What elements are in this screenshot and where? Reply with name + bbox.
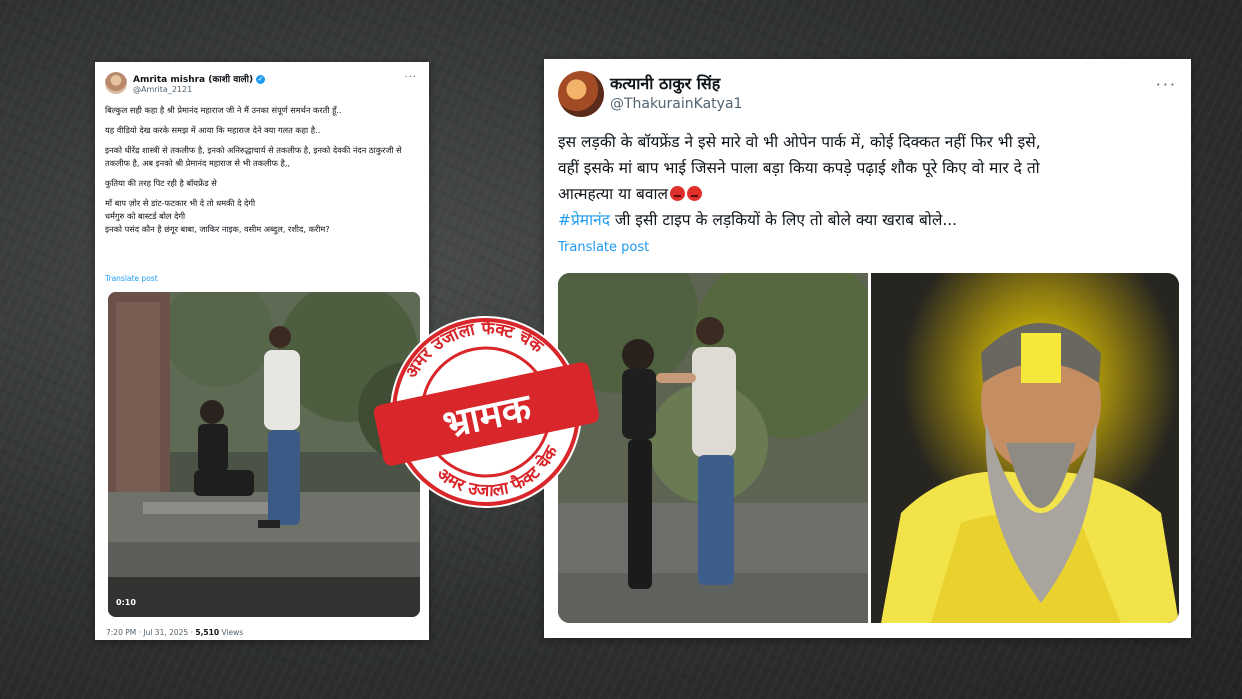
tweet-paragraph: कुतिया की तरह पिट रही है बॉयफ्रेंड से [105,178,217,188]
tweet-text: बिल्कुल सही कहा है श्री प्रेमानंद महाराज… [105,104,423,243]
author-name[interactable]: Amrita mishra (काशी वाली) ✓ [133,72,266,85]
views-count: 5,510 [195,628,220,637]
author-avatar[interactable] [105,72,127,94]
tweet-line-text: आत्महत्या या बवाल [558,185,669,203]
tweet-paragraph: माँ बाप ज़ोर से डांट-फटकार भी दे तो धमकी… [105,198,330,234]
author-name-text: Amrita mishra (काशी वाली) [133,75,254,85]
media-photo-portrait[interactable] [871,273,1179,623]
saint-portrait-image [871,273,1179,623]
verified-badge-icon: ✓ [256,75,266,84]
tweet-paragraph: यह वीडियो देख करके समझ में आया कि महाराज… [105,125,321,135]
tweet-meta: 7:20 PM · Jul 31, 2025 · 5,510 Views [106,628,243,637]
video-duration: 0:10 [116,598,136,607]
translate-post-link[interactable]: Translate post [558,240,649,255]
more-options-icon[interactable]: ··· [1156,75,1177,94]
angry-face-icon [687,186,703,201]
translate-post-link[interactable]: Translate post [105,274,158,283]
media-photo-park[interactable] [558,273,883,623]
tweet-line: वहीं इसके मां बाप भाई जिसने पाला बड़ा कि… [558,159,1040,177]
tweet-line: इस लड़की के बॉयफ्रेंड ने इसे मारे वो भी … [558,133,1041,151]
tweet-line: #प्रेमानंद जी इसी टाइप के लड़कियों के लि… [558,207,1183,233]
fact-check-stamp: अमर उजाला फैक्ट चेक अमर उजाला फैक्ट चेक … [371,305,601,520]
author-avatar[interactable] [558,71,604,117]
post-timestamp[interactable]: 7:20 PM · Jul 31, 2025 · [106,628,195,637]
tweet-media-grid [558,273,1179,623]
tweet-header: Amrita mishra (काशी वाली) ✓ @Amrita_2121 … [105,70,421,100]
more-options-icon[interactable]: ··· [404,72,417,83]
tweet-paragraph: इनको धीरेंद्र शास्त्री से तकलीफ है, इनको… [105,145,402,168]
hashtag-link[interactable]: #प्रेमानंद [558,211,610,229]
author-name[interactable]: कत्यानी ठाकुर सिंह [610,72,720,94]
stamp-seal-graphic: अमर उजाला फैक्ट चेक अमर उजाला फैक्ट चेक … [373,305,599,513]
tweet-text: इस लड़की के बॉयफ्रेंड ने इसे मारे वो भी … [558,129,1183,233]
author-handle[interactable]: @ThakurainKatya1 [610,96,742,112]
park-scene-image [558,273,883,623]
tweet-paragraph: बिल्कुल सही कहा है श्री प्रेमानंद महाराज… [105,105,342,115]
angry-face-icon [670,186,686,201]
tweet-line: आत्महत्या या बवाल [558,181,1183,207]
author-handle[interactable]: @Amrita_2121 [133,85,192,94]
views-label: Views [219,628,244,637]
right-tweet-card: कत्यानी ठाकुर सिंह @ThakurainKatya1 ··· … [544,59,1191,638]
tweet-line-text: जी इसी टाइप के लड़कियों के लिए तो बोले क… [609,211,958,229]
